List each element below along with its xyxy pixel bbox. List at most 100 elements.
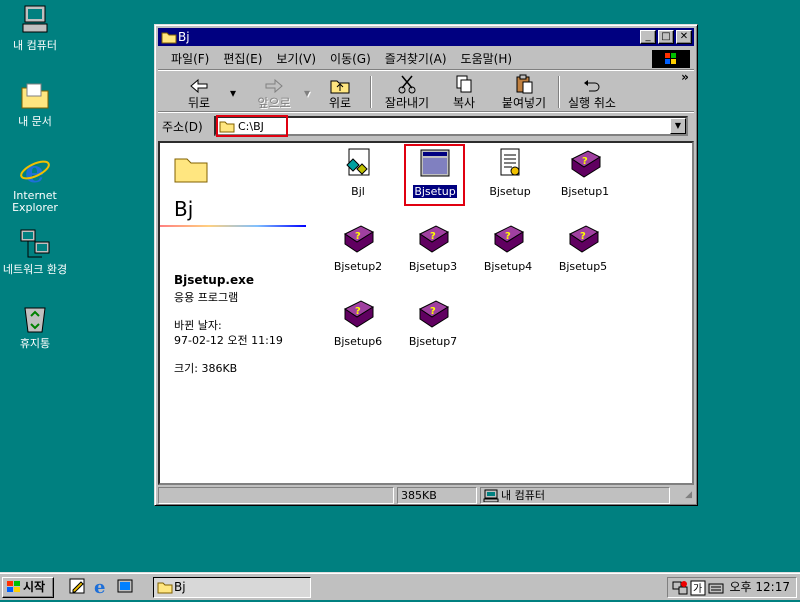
tray-keyboard-icon[interactable] <box>708 580 724 602</box>
maximize-icon: □ <box>661 31 671 42</box>
tray-ime-icon[interactable]: 가 <box>690 580 706 602</box>
title-bar[interactable]: Bj _ □ ✕ <box>158 28 694 46</box>
back-button[interactable]: 뒤로 <box>174 74 224 110</box>
file-size: 크기: 386KB <box>174 362 238 375</box>
maximize-button[interactable]: □ <box>658 30 674 44</box>
help-book-icon: ? <box>341 222 375 256</box>
address-label: 주소(D) <box>162 120 203 134</box>
start-label: 시작 <box>23 580 46 594</box>
paste-button[interactable]: 붙여넣기 <box>496 74 552 110</box>
address-dropdown-button[interactable]: ▼ <box>670 118 686 134</box>
help-book-icon: ? <box>568 147 602 181</box>
quicklaunch-channels-icon[interactable] <box>116 577 134 598</box>
desktop-icon-recycle-bin[interactable]: 휴지통 <box>0 302 70 350</box>
close-icon: ✕ <box>679 31 689 42</box>
desktop-icon-my-computer[interactable]: 내 컴퓨터 <box>0 4 70 52</box>
back-label: 뒤로 <box>187 96 211 110</box>
file-item[interactable]: ? Bjsetup5 <box>543 222 623 273</box>
menu-bar: 파일(F) 편집(E) 보기(V) 이동(G) 즐겨찾기(A) 도움말(H) <box>158 48 694 70</box>
file-item[interactable]: ? Bjsetup2 <box>318 222 398 273</box>
menu-go[interactable]: 이동(G) <box>323 48 378 70</box>
file-label: Bjsetup1 <box>560 185 610 198</box>
copy-icon <box>442 74 486 94</box>
taskbar-window-button[interactable]: Bj <box>153 577 311 598</box>
file-label: Bjsetup4 <box>483 260 533 273</box>
file-item[interactable]: Bjsetup <box>470 147 550 198</box>
help-book-icon: ? <box>491 222 525 256</box>
desktop-icon-network[interactable]: 네트워크 환경 <box>0 228 70 276</box>
file-item[interactable]: ? Bjsetup7 <box>393 297 473 348</box>
copy-button[interactable]: 복사 <box>442 74 486 110</box>
minimize-button[interactable]: _ <box>640 30 656 44</box>
file-item[interactable]: ? Bjsetup6 <box>318 297 398 348</box>
menu-favorites[interactable]: 즐겨찾기(A) <box>378 48 454 70</box>
file-label: Bjsetup6 <box>333 335 383 348</box>
status-location: 내 컴퓨터 <box>480 487 670 504</box>
chevron-down-icon: ▼ <box>674 121 682 130</box>
file-label: Bjsetup <box>489 185 531 198</box>
desktop-icon-label: 내 문서 <box>18 115 52 128</box>
scissors-icon <box>378 74 436 94</box>
modified-label: 바뀐 날자: <box>174 319 222 332</box>
toolbar-overflow-icon[interactable]: » <box>678 70 692 106</box>
file-label: Bjsetup5 <box>558 260 608 273</box>
desktop-icon-label: 휴지통 <box>19 337 51 350</box>
address-highlight-box <box>216 115 288 137</box>
svg-text:?: ? <box>580 231 586 242</box>
minimize-icon: _ <box>645 31 651 42</box>
file-item[interactable]: ? Bjsetup3 <box>393 222 473 273</box>
file-label: Bjsetup3 <box>408 260 458 273</box>
svg-text:?: ? <box>355 231 361 242</box>
selected-filename: Bjsetup.exe <box>174 273 254 287</box>
menu-file[interactable]: 파일(F) <box>164 48 216 70</box>
svg-text:?: ? <box>355 306 361 317</box>
quicklaunch-edit-icon[interactable] <box>68 577 86 598</box>
up-button[interactable]: 위로 <box>318 74 362 110</box>
menu-help[interactable]: 도움말(H) <box>454 48 520 70</box>
selected-filetype: 응용 프로그램 <box>174 291 239 304</box>
config-file-icon <box>493 147 527 181</box>
taskbar: 시작 e Bj 가 오후 12:17 <box>0 572 800 600</box>
large-folder-icon <box>174 153 208 186</box>
paste-label: 붙여넣기 <box>501 96 547 110</box>
window-title: Bj <box>178 30 190 44</box>
start-button[interactable]: 시작 <box>2 577 54 598</box>
file-item[interactable]: ? Bjsetup4 <box>468 222 548 273</box>
close-button[interactable]: ✕ <box>676 30 692 44</box>
title-divider <box>160 225 306 227</box>
help-book-icon: ? <box>416 297 450 331</box>
desktop-icon-label: 네트워크 환경 <box>2 263 68 276</box>
tray-network-icon[interactable] <box>672 580 688 602</box>
web-view-panel: Bj Bjsetup.exe 응용 프로그램 바뀐 날자: 97-02-12 오… <box>160 143 308 483</box>
menu-view[interactable]: 보기(V) <box>269 48 323 70</box>
quicklaunch-ie-icon[interactable]: e <box>92 577 110 598</box>
folder-view: Bj Bjsetup.exe 응용 프로그램 바뀐 날자: 97-02-12 오… <box>158 141 694 485</box>
undo-button[interactable]: 실행 취소 <box>562 74 622 110</box>
undo-label: 실행 취소 <box>568 96 616 110</box>
desktop-icon-label: 내 컴퓨터 <box>13 39 57 52</box>
resize-grip-icon[interactable]: ◢ <box>685 490 692 500</box>
desktop-icon-label: Internet Explorer <box>12 189 58 214</box>
folder-icon <box>157 581 173 600</box>
desktop-icon-internet-explorer[interactable]: e Internet Explorer <box>0 154 70 214</box>
status-bar: 385KB 내 컴퓨터 ◢ <box>158 486 694 504</box>
file-label: Bjsetup7 <box>408 335 458 348</box>
cut-button[interactable]: 잘라내기 <box>378 74 436 110</box>
setup-program-icon <box>341 147 375 181</box>
forward-button[interactable]: 앞으로 <box>244 74 304 110</box>
menu-edit[interactable]: 편집(E) <box>216 48 269 70</box>
tray-clock[interactable]: 오후 12:17 <box>730 578 790 597</box>
folder-icon <box>161 30 177 44</box>
recycle-bin-icon <box>19 302 51 334</box>
file-label: Bjl <box>351 185 365 198</box>
undo-icon <box>562 74 622 94</box>
help-book-icon: ? <box>566 222 600 256</box>
file-item[interactable]: Bjl <box>318 147 398 198</box>
svg-text:?: ? <box>430 306 436 317</box>
internet-explorer-icon: e <box>19 154 51 190</box>
windows-logo-icon <box>652 50 690 68</box>
address-bar: 주소(D) C:\BJ ▼ <box>158 114 694 138</box>
desktop-icon-my-documents[interactable]: 내 문서 <box>0 80 70 128</box>
file-item[interactable]: ? Bjsetup1 <box>545 147 625 198</box>
up-folder-icon <box>318 74 362 94</box>
